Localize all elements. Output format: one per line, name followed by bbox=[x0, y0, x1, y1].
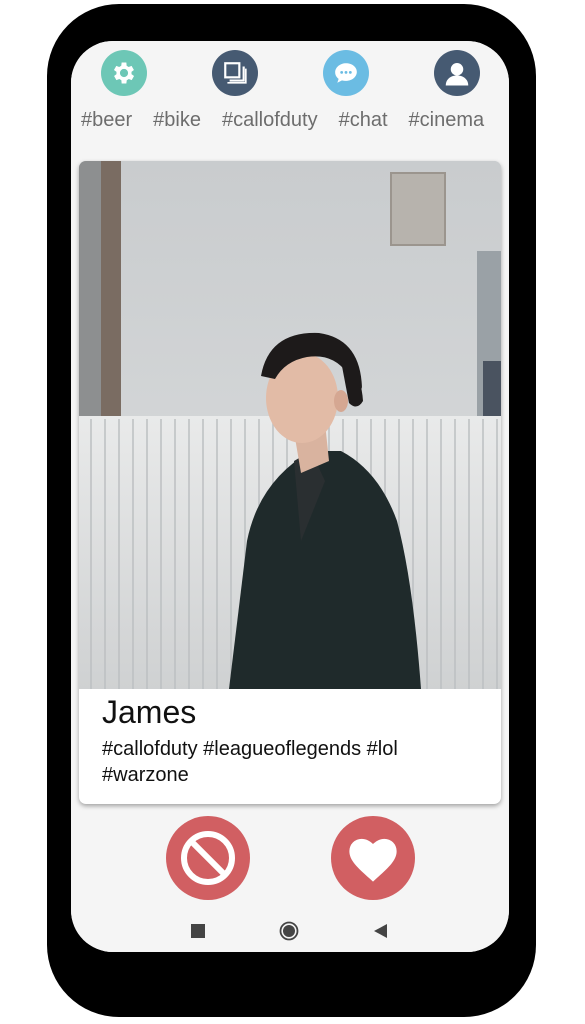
recents-button[interactable] bbox=[191, 924, 205, 943]
tag-chip[interactable]: #beer bbox=[81, 109, 132, 131]
layers-icon bbox=[224, 62, 247, 84]
heart-icon bbox=[349, 838, 397, 882]
tag-chip[interactable]: #cinema bbox=[409, 109, 485, 131]
profile-button[interactable] bbox=[434, 50, 480, 96]
profile-tags: #callofduty #leagueoflegends #lol #warzo… bbox=[102, 738, 398, 786]
profile-card[interactable]: James #callofduty #leagueoflegends #lol … bbox=[79, 161, 501, 804]
tag-chip[interactable]: #chat bbox=[339, 109, 388, 131]
profile-photo bbox=[79, 161, 501, 689]
home-button[interactable] bbox=[279, 921, 299, 946]
chat-button[interactable] bbox=[323, 50, 369, 96]
recents-icon bbox=[191, 924, 205, 938]
interest-tags-row: #beer #bike #callofduty #chat #cinema bbox=[81, 109, 505, 132]
block-icon bbox=[181, 831, 235, 885]
app-screen: #beer #bike #callofduty #chat #cinema Ja… bbox=[71, 41, 509, 952]
user-icon bbox=[445, 63, 469, 86]
photo-illustration bbox=[79, 161, 501, 689]
stack-button[interactable] bbox=[212, 50, 258, 96]
reject-button[interactable] bbox=[166, 816, 250, 900]
profile-name: James bbox=[102, 694, 197, 730]
system-nav-bar bbox=[71, 906, 509, 952]
gear-icon bbox=[113, 62, 135, 84]
settings-button[interactable] bbox=[101, 50, 147, 96]
back-button[interactable] bbox=[373, 924, 387, 943]
tag-chip[interactable]: #callofduty bbox=[222, 109, 318, 131]
back-icon bbox=[374, 924, 387, 938]
top-bar: #beer #bike #callofduty #chat #cinema bbox=[71, 41, 509, 151]
home-icon bbox=[279, 921, 299, 941]
chat-bubble-icon bbox=[335, 63, 357, 83]
tag-chip[interactable]: #bike bbox=[153, 109, 201, 131]
like-button[interactable] bbox=[331, 816, 415, 900]
